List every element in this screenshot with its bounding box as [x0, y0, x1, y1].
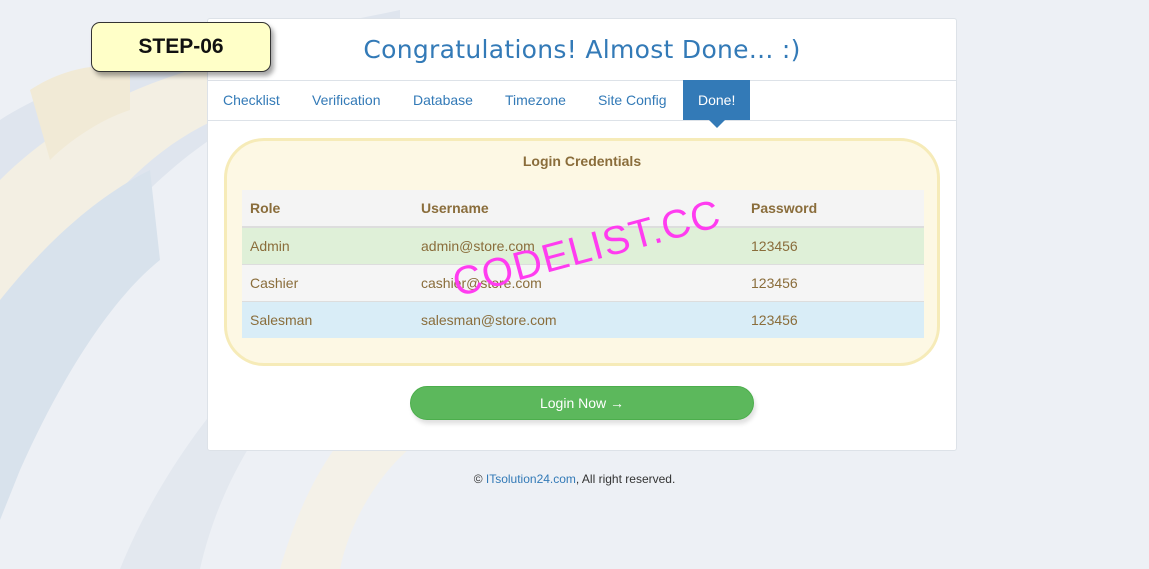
table-row: Salesman salesman@store.com 123456	[242, 301, 924, 338]
role-cell: Salesman	[242, 301, 413, 338]
tab-timezone[interactable]: Timezone	[490, 80, 581, 120]
username-cell: salesman@store.com	[413, 301, 743, 338]
role-cell: Admin	[242, 226, 413, 265]
tab-verification[interactable]: Verification	[297, 80, 395, 120]
login-now-button[interactable]: Login Now →	[410, 386, 754, 420]
tab-site-config[interactable]: Site Config	[583, 80, 681, 120]
page-title: Congratulations! Almost Done... :)	[208, 19, 956, 81]
footer-rights: , All right reserved.	[575, 472, 676, 486]
password-cell: 123456	[743, 264, 924, 302]
column-header-password: Password	[743, 190, 924, 228]
wizard-tabs: Checklist Verification Database Timezone…	[208, 80, 956, 128]
tab-database[interactable]: Database	[398, 80, 488, 120]
role-cell: Cashier	[242, 264, 413, 302]
footer: © ITsolution24.com, All right reserved.	[0, 472, 1149, 486]
tab-done[interactable]: Done!	[683, 80, 751, 128]
table-header-row: Role Username Password	[242, 190, 924, 228]
column-header-role: Role	[242, 190, 413, 228]
password-cell: 123456	[743, 226, 924, 265]
step-badge: STEP-06	[91, 22, 271, 72]
credentials-title: Login Credentials	[522, 153, 642, 169]
tab-checklist[interactable]: Checklist	[208, 80, 295, 120]
password-cell: 123456	[743, 301, 924, 338]
footer-link[interactable]: ITsolution24.com	[486, 472, 576, 486]
footer-copyright: ©	[473, 472, 486, 486]
